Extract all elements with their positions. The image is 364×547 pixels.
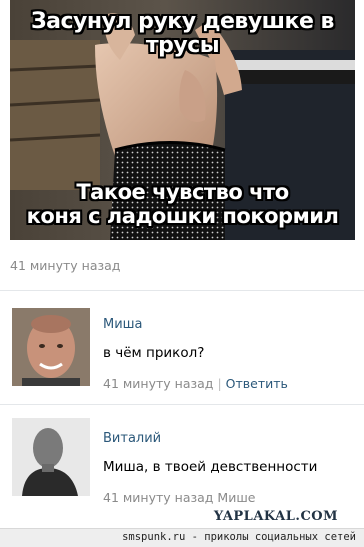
footer-text: smspunk.ru - приколы социальных сетей (122, 531, 356, 543)
divider (0, 404, 364, 405)
reply-button[interactable]: Ответить (226, 376, 288, 391)
comment-timestamp[interactable]: 41 минуту назад (103, 490, 213, 505)
post-image[interactable]: Засунул руку девушке в трусы Такое чувст… (10, 0, 355, 240)
avatar-photo (12, 308, 90, 386)
meme-top-caption: Засунул руку девушке в трусы (31, 9, 334, 58)
comment-meta: 41 минуту назад | Ответить (103, 376, 288, 391)
reply-to-link[interactable]: Мише (217, 490, 255, 505)
comment-text: в чём прикол? (103, 345, 205, 361)
comment-meta: 41 минуту назад Мише (103, 490, 255, 505)
avatar-photo (12, 418, 90, 496)
avatar[interactable] (12, 308, 90, 386)
watermark: YAPLAKAL.COM (213, 509, 338, 524)
divider (0, 290, 364, 291)
meta-separator: | (217, 376, 222, 391)
comment-author[interactable]: Виталий (103, 431, 161, 446)
avatar[interactable] (12, 418, 90, 496)
footer-bar: smspunk.ru - приколы социальных сетей (0, 528, 364, 547)
post-timestamp[interactable]: 41 минуту назад (10, 258, 120, 273)
comment-author[interactable]: Миша (103, 317, 143, 332)
meme-bottom-caption: Такое чувство что коня с ладошки покорми… (10, 180, 355, 228)
meme-bottom-line-1: Такое чувство что (76, 180, 289, 204)
comment-timestamp[interactable]: 41 минуту назад (103, 376, 213, 391)
comment-text: Миша, в твоей девственности (103, 459, 318, 475)
meme-bottom-line-2: коня с ладошки покормил (26, 204, 339, 228)
